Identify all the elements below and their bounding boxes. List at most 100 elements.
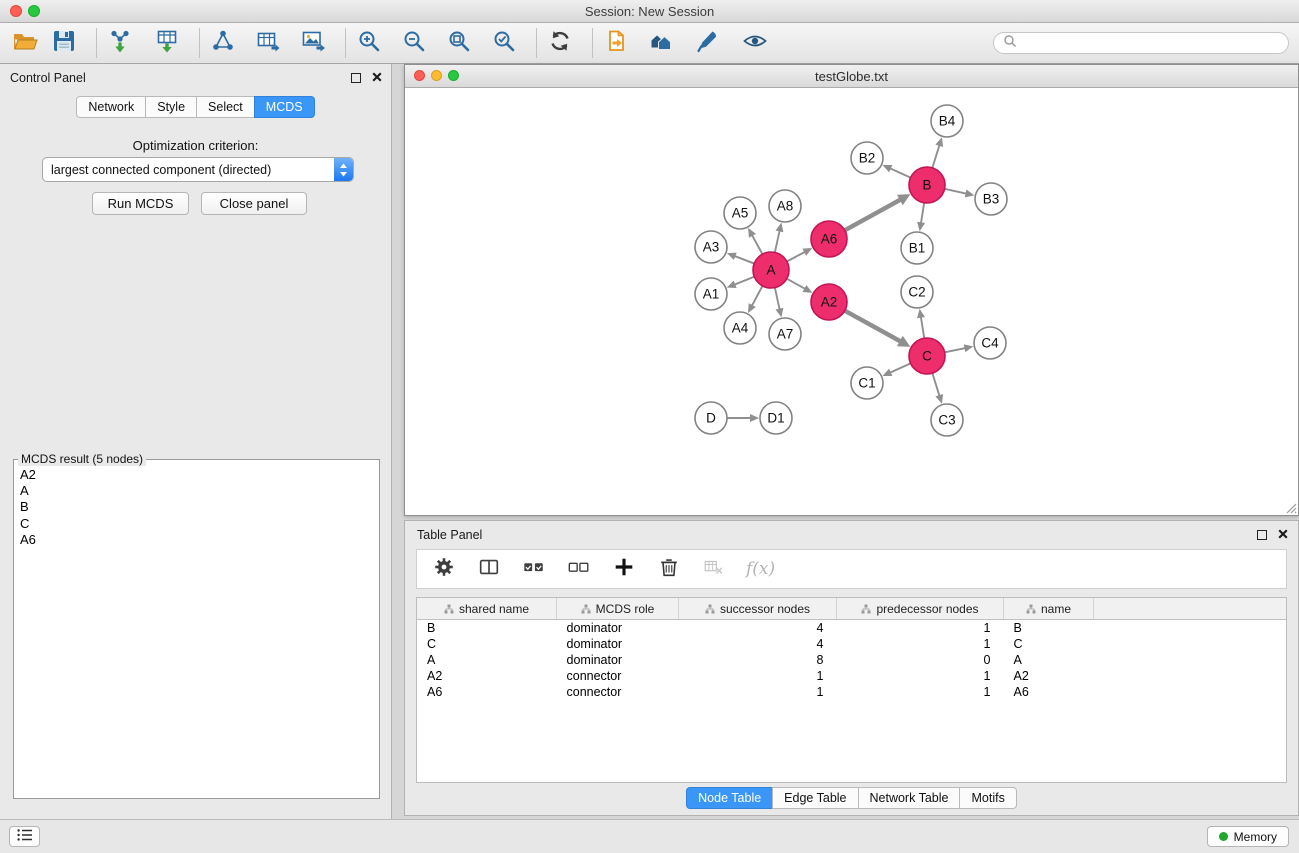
graph-node-B1[interactable]: B1 xyxy=(901,232,933,264)
add-column-button[interactable] xyxy=(611,556,637,582)
graph-edge-C-C1[interactable] xyxy=(883,363,911,376)
refresh-layout-button[interactable] xyxy=(545,27,575,59)
graph-node-A6[interactable]: A6 xyxy=(811,221,847,257)
graph-node-A5[interactable]: A5 xyxy=(724,197,756,229)
deselect-all-button[interactable] xyxy=(566,556,592,582)
float-table-panel-icon[interactable] xyxy=(1257,530,1267,540)
tab-select[interactable]: Select xyxy=(196,96,255,118)
tab-motifs[interactable]: Motifs xyxy=(959,787,1016,809)
optimization-dropdown[interactable]: largest connected component (directed) xyxy=(42,157,354,182)
graph-node-C4[interactable]: C4 xyxy=(974,327,1006,359)
tab-mcds[interactable]: MCDS xyxy=(254,96,315,118)
zoom-window-button[interactable] xyxy=(28,5,40,17)
zoom-fit-button[interactable] xyxy=(444,27,474,59)
column-header-name[interactable]: name xyxy=(1004,598,1094,620)
graph-edge-A-A6[interactable] xyxy=(787,248,812,262)
graph-node-A7[interactable]: A7 xyxy=(769,318,801,350)
tab-style[interactable]: Style xyxy=(145,96,197,118)
graph-node-A4[interactable]: A4 xyxy=(724,312,756,344)
table-row[interactable]: Bdominator41B xyxy=(417,620,1286,637)
graph-node-A2[interactable]: A2 xyxy=(811,284,847,320)
graph-node-B2[interactable]: B2 xyxy=(851,142,883,174)
graph-edge-B-B1[interactable] xyxy=(917,203,925,231)
run-mcds-button[interactable]: Run MCDS xyxy=(92,192,189,215)
graph-edge-A-A2[interactable] xyxy=(787,279,813,293)
graph-edge-B-B3[interactable] xyxy=(945,189,975,198)
graph-edge-A-A4[interactable] xyxy=(748,286,763,313)
graph-node-B3[interactable]: B3 xyxy=(975,183,1007,215)
graph-edge-A6-B[interactable] xyxy=(845,194,911,230)
column-header-mcds-role[interactable]: MCDS role xyxy=(557,598,679,620)
graph-node-C2[interactable]: C2 xyxy=(901,276,933,308)
graph-node-A1[interactable]: A1 xyxy=(695,278,727,310)
graph-edge-B-B2[interactable] xyxy=(883,165,911,178)
import-network-button[interactable] xyxy=(105,27,135,59)
graph-edge-A2-C[interactable] xyxy=(845,311,911,347)
import-table-button[interactable] xyxy=(152,27,182,59)
table-row[interactable]: Cdominator41C xyxy=(417,636,1286,652)
delete-table-button[interactable] xyxy=(701,556,727,582)
zoom-in-button[interactable] xyxy=(354,27,384,59)
network-canvas[interactable]: A A6 A2 B C A5 A8 A3 A1A4 A7 B1 B2 B3 B4 C1 C2 C3 C4 D D1 xyxy=(405,88,1298,515)
graph-node-A[interactable]: A xyxy=(753,252,789,288)
graph-node-A3[interactable]: A3 xyxy=(695,231,727,263)
table-row[interactable]: A2connector11A2 xyxy=(417,668,1286,684)
column-header-successor-nodes[interactable]: successor nodes xyxy=(679,598,837,620)
zoom-selected-button[interactable] xyxy=(489,27,519,59)
graph-node-B4[interactable]: B4 xyxy=(931,105,963,137)
tab-node-table[interactable]: Node Table xyxy=(686,787,773,809)
show-columns-button[interactable] xyxy=(476,556,502,582)
column-header-shared-name[interactable]: shared name xyxy=(417,598,557,620)
network-close-button[interactable] xyxy=(414,70,425,81)
graph-node-C[interactable]: C xyxy=(909,338,945,374)
ndex-document-button[interactable] xyxy=(601,27,631,59)
graph-node-B[interactable]: B xyxy=(909,167,945,203)
graph-edge-C-C4[interactable] xyxy=(945,344,974,352)
delete-column-button[interactable] xyxy=(656,556,682,582)
graph-edge-D-D1[interactable] xyxy=(727,414,759,422)
save-session-button[interactable] xyxy=(49,27,79,59)
float-panel-icon[interactable] xyxy=(351,73,361,83)
graph-edge-C-C3[interactable] xyxy=(932,373,943,404)
new-network-button[interactable] xyxy=(208,27,238,59)
tab-edge-table[interactable]: Edge Table xyxy=(772,787,858,809)
new-table-button[interactable] xyxy=(253,27,283,59)
select-all-button[interactable] xyxy=(521,556,547,582)
graph-edge-A-A3[interactable] xyxy=(727,253,754,264)
search-input[interactable] xyxy=(1023,35,1279,51)
close-panel-button[interactable]: Close panel xyxy=(201,192,307,215)
tab-network-table[interactable]: Network Table xyxy=(858,787,961,809)
table-settings-button[interactable] xyxy=(431,556,457,582)
style-brush-button[interactable] xyxy=(693,27,723,59)
close-window-button[interactable] xyxy=(10,5,22,17)
graph-node-C3[interactable]: C3 xyxy=(931,404,963,436)
function-builder-button[interactable]: f(x) xyxy=(746,559,775,579)
graph-node-D[interactable]: D xyxy=(695,402,727,434)
show-graphics-button[interactable] xyxy=(740,27,770,59)
graph-edge-A-A1[interactable] xyxy=(727,277,755,288)
task-history-button[interactable] xyxy=(9,826,40,847)
network-zoom-button[interactable] xyxy=(448,70,459,81)
graph-edge-B-B4[interactable] xyxy=(932,137,943,168)
graph-edge-A-A7[interactable] xyxy=(775,288,784,318)
graph-edge-C-C2[interactable] xyxy=(917,309,925,338)
graph-node-C1[interactable]: C1 xyxy=(851,367,883,399)
table-row[interactable]: A6connector11A6 xyxy=(417,684,1286,700)
home-button[interactable] xyxy=(646,27,676,59)
close-table-panel-icon[interactable] xyxy=(1278,526,1288,544)
tab-network[interactable]: Network xyxy=(76,96,146,118)
network-window-titlebar[interactable]: testGlobe.txt xyxy=(405,65,1298,88)
open-session-button[interactable] xyxy=(10,27,40,59)
graph-node-D1[interactable]: D1 xyxy=(760,402,792,434)
table-row[interactable]: Adominator80A xyxy=(417,652,1286,668)
graph-edge-A-A5[interactable] xyxy=(748,228,762,254)
network-minimize-button[interactable] xyxy=(431,70,442,81)
zoom-out-button[interactable] xyxy=(399,27,429,59)
graph-edge-A-A8[interactable] xyxy=(775,223,784,253)
close-panel-icon[interactable] xyxy=(372,69,382,87)
resize-grip-icon[interactable] xyxy=(1284,501,1297,514)
graph-node-A8[interactable]: A8 xyxy=(769,190,801,222)
export-image-button[interactable] xyxy=(298,27,328,59)
column-header-predecessor-nodes[interactable]: predecessor nodes xyxy=(837,598,1004,620)
memory-button[interactable]: Memory xyxy=(1207,826,1289,847)
